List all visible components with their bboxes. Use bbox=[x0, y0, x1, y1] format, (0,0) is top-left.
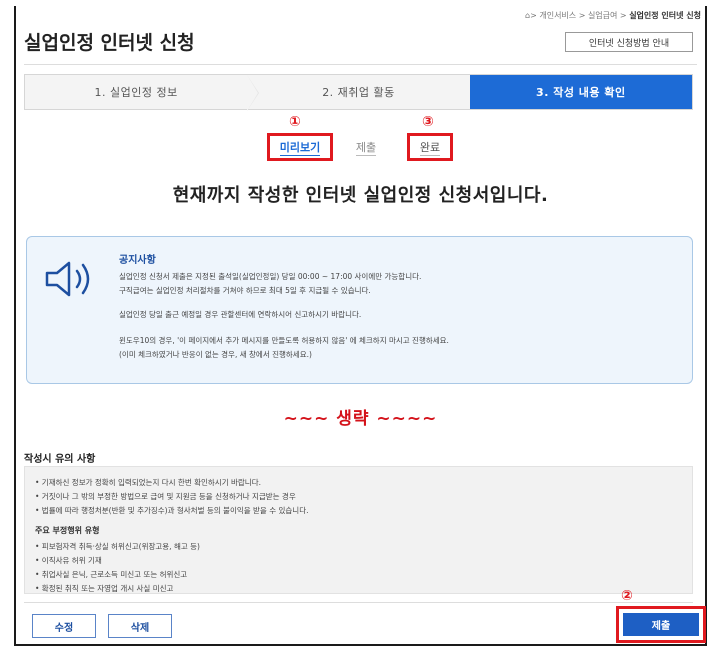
guide-button[interactable]: 인터넷 신청방법 안내 bbox=[565, 32, 693, 52]
breadcrumb: ⌂> 개인서비스 > 실업급여 > 실업인정 인터넷 신청 bbox=[525, 10, 701, 21]
breadcrumb-trail: > 개인서비스 > 실업급여 > bbox=[530, 11, 630, 20]
step-3-active: 3. 작성 내용 확인 bbox=[469, 75, 692, 109]
step-progress: 1. 실업인정 정보 2. 재취업 활동 3. 작성 내용 확인 bbox=[24, 74, 693, 111]
fraud-item: • 피보험자격 취득·상실 허위신고(위장고용, 해고 등) bbox=[35, 542, 200, 551]
step-3-label: 3. 작성 내용 확인 bbox=[536, 86, 626, 99]
step-2: 2. 재취업 활동 bbox=[247, 75, 469, 109]
cautions-box: • 기재하신 정보가 정확히 입력되었는지 다시 한번 확인하시기 바랍니다. … bbox=[24, 466, 693, 594]
preview-tab[interactable]: 미리보기 bbox=[267, 133, 333, 161]
annotation-2: ② bbox=[621, 588, 633, 604]
caution-item: • 거짓이나 그 밖의 부정한 방법으로 급여 및 지원금 등을 신청하거나 지… bbox=[35, 492, 296, 501]
notice-title: 공지사항 bbox=[119, 255, 156, 266]
subtab-bar: 미리보기 제출 완료 bbox=[16, 133, 705, 161]
omitted-label: ~~~ 생략 ~~~~ bbox=[283, 409, 438, 429]
notice-line: (이미 체크하였거나 반응이 없는 경우, 새 창에서 진행하세요.) bbox=[119, 350, 312, 359]
caution-item: • 기재하신 정보가 정확히 입력되었는지 다시 한번 확인하시기 바랍니다. bbox=[35, 478, 261, 487]
notice-line: 실업인정 신청서 제출은 지정된 출석일(실업인정일) 당일 00:00 ~ 1… bbox=[119, 272, 422, 281]
annotation-1: ① bbox=[289, 114, 301, 130]
notice-line: 윈도우10의 경우, '이 페이지에서 추가 메시지를 만들도록 허용하지 않음… bbox=[119, 336, 449, 345]
application-frame: ⌂> 개인서비스 > 실업급여 > 실업인정 인터넷 신청 실업인정 인터넷 신… bbox=[14, 6, 707, 646]
headline: 현재까지 작성한 인터넷 실업인정 신청서입니다. bbox=[172, 185, 549, 206]
title-divider bbox=[24, 64, 697, 65]
caution-item: • 법률에 따라 행정처분(반환 및 추가징수)과 형사처벌 등의 불이익을 받… bbox=[35, 506, 309, 515]
submit-button[interactable]: 제출 bbox=[623, 613, 699, 636]
done-tab[interactable]: 완료 bbox=[407, 133, 453, 161]
preview-tab-label: 미리보기 bbox=[279, 140, 321, 156]
fraud-item: • 확정된 취직 또는 자영업 개시 사실 미신고 bbox=[35, 584, 174, 593]
submit-tab[interactable]: 제출 bbox=[346, 133, 386, 161]
notice-box: 공지사항 실업인정 신청서 제출은 지정된 출석일(실업인정일) 당일 00:0… bbox=[26, 236, 693, 384]
step-1: 1. 실업인정 정보 bbox=[25, 75, 260, 111]
page-title: 실업인정 인터넷 신청 bbox=[24, 32, 195, 54]
fraud-item: • 이직사유 허위 기재 bbox=[35, 556, 102, 565]
cautions-title: 작성시 유의 사항 bbox=[24, 454, 96, 465]
submit-highlight: 제출 bbox=[616, 606, 706, 643]
bottom-divider bbox=[24, 602, 693, 603]
delete-button[interactable]: 삭제 bbox=[108, 614, 172, 638]
notice-line: 구직급여는 실업인정 처리절차를 거쳐야 하므로 최대 5일 후 지급될 수 있… bbox=[119, 286, 371, 295]
fraud-item: • 취업사실 은닉, 근로소득 미신고 또는 허위신고 bbox=[35, 570, 188, 579]
step-2-label: 2. 재취업 활동 bbox=[322, 86, 395, 99]
notice-line: 실업인정 당일 출근 예정일 경우 관할센터에 연락하시어 신고하시기 바랍니다… bbox=[119, 310, 362, 319]
annotation-3: ③ bbox=[422, 114, 434, 130]
submit-tab-label: 제출 bbox=[355, 140, 377, 156]
speaker-icon bbox=[45, 261, 90, 297]
edit-button[interactable]: 수정 bbox=[32, 614, 96, 638]
done-tab-label: 완료 bbox=[419, 140, 441, 156]
step-1-label: 1. 실업인정 정보 bbox=[94, 86, 178, 99]
fraud-types-title: 주요 부정행위 유형 bbox=[35, 526, 100, 535]
breadcrumb-current: 실업인정 인터넷 신청 bbox=[629, 11, 701, 20]
step-arrow-fill bbox=[247, 75, 259, 111]
